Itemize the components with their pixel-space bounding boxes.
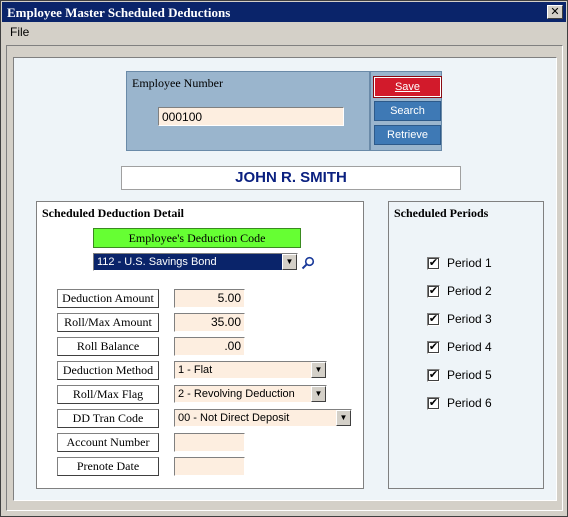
- deduction-method-value: 1 - Flat: [178, 364, 213, 376]
- account-number-label: Account Number: [57, 433, 159, 452]
- checkbox-checked-icon[interactable]: ✔: [427, 369, 440, 382]
- save-button[interactable]: Save: [373, 76, 442, 98]
- menu-bar: File: [2, 23, 566, 41]
- checkbox-checked-icon[interactable]: ✔: [427, 257, 440, 270]
- checkbox-checked-icon[interactable]: ✔: [427, 313, 440, 326]
- scheduled-deduction-detail-group: Scheduled Deduction Detail Employee's De…: [36, 201, 364, 489]
- employee-number-label: Employee Number: [132, 76, 223, 90]
- deduction-method-select[interactable]: 1 - Flat ▼: [174, 361, 327, 379]
- dd-tran-code-label: DD Tran Code: [57, 409, 159, 428]
- chevron-down-icon[interactable]: ▼: [336, 410, 351, 426]
- deduction-code-value: 112 - U.S. Savings Bond: [97, 256, 217, 268]
- title-bar: Employee Master Scheduled Deductions ✕: [2, 2, 566, 22]
- magnifier-icon[interactable]: [301, 256, 315, 270]
- scheduled-periods-group: Scheduled Periods ✔ Period 1 ✔ Period 2 …: [388, 201, 544, 489]
- checkbox-checked-icon[interactable]: ✔: [427, 285, 440, 298]
- chevron-down-icon[interactable]: ▼: [311, 386, 326, 402]
- deduction-amount-input[interactable]: 5.00: [174, 289, 245, 308]
- roll-balance-label: Roll Balance: [57, 337, 159, 356]
- chevron-down-icon[interactable]: ▼: [282, 254, 297, 270]
- prenote-date-label: Prenote Date: [57, 457, 159, 476]
- periods-group-title: Scheduled Periods: [394, 206, 489, 220]
- checkbox-checked-icon[interactable]: ✔: [427, 341, 440, 354]
- roll-max-flag-value: 2 - Revolving Deduction: [178, 388, 295, 400]
- dd-tran-code-value: 00 - Not Direct Deposit: [178, 412, 290, 424]
- window-title: Employee Master Scheduled Deductions: [7, 5, 231, 20]
- roll-max-flag-select[interactable]: 2 - Revolving Deduction ▼: [174, 385, 327, 403]
- client-area: Employee Number 000100 Save Search Retri…: [6, 45, 563, 511]
- close-icon[interactable]: ✕: [547, 5, 563, 19]
- chevron-down-icon[interactable]: ▼: [311, 362, 326, 378]
- checkbox-checked-icon[interactable]: ✔: [427, 397, 440, 410]
- period-label: Period 1: [447, 256, 492, 270]
- deduction-amount-label: Deduction Amount: [57, 289, 159, 308]
- dd-tran-code-select[interactable]: 00 - Not Direct Deposit ▼: [174, 409, 352, 427]
- deduction-code-button[interactable]: Employee's Deduction Code: [93, 228, 301, 248]
- retrieve-button[interactable]: Retrieve: [374, 125, 441, 145]
- employee-number-input[interactable]: 000100: [158, 107, 344, 126]
- period-label: Period 6: [447, 396, 492, 410]
- detail-group-title: Scheduled Deduction Detail: [42, 206, 185, 220]
- roll-max-amount-label: Roll/Max Amount: [57, 313, 159, 332]
- employee-name: JOHN R. SMITH: [121, 166, 461, 190]
- deduction-method-label: Deduction Method: [57, 361, 159, 380]
- period-label: Period 4: [447, 340, 492, 354]
- action-buttons: Save Search Retrieve: [370, 71, 442, 151]
- period-label: Period 3: [447, 312, 492, 326]
- employee-master-window: Employee Master Scheduled Deductions ✕ F…: [0, 0, 568, 517]
- employee-number-panel: Employee Number 000100: [126, 71, 370, 151]
- prenote-date-input[interactable]: [174, 457, 245, 476]
- deduction-code-select[interactable]: 112 - U.S. Savings Bond ▼: [93, 253, 298, 271]
- menu-file[interactable]: File: [10, 25, 29, 39]
- roll-max-flag-label: Roll/Max Flag: [57, 385, 159, 404]
- period-label: Period 5: [447, 368, 492, 382]
- roll-max-amount-input[interactable]: 35.00: [174, 313, 245, 332]
- period-label: Period 2: [447, 284, 492, 298]
- search-button[interactable]: Search: [374, 101, 441, 121]
- main-panel: Employee Number 000100 Save Search Retri…: [13, 57, 557, 501]
- roll-balance-input[interactable]: .00: [174, 337, 245, 356]
- account-number-input[interactable]: [174, 433, 245, 452]
